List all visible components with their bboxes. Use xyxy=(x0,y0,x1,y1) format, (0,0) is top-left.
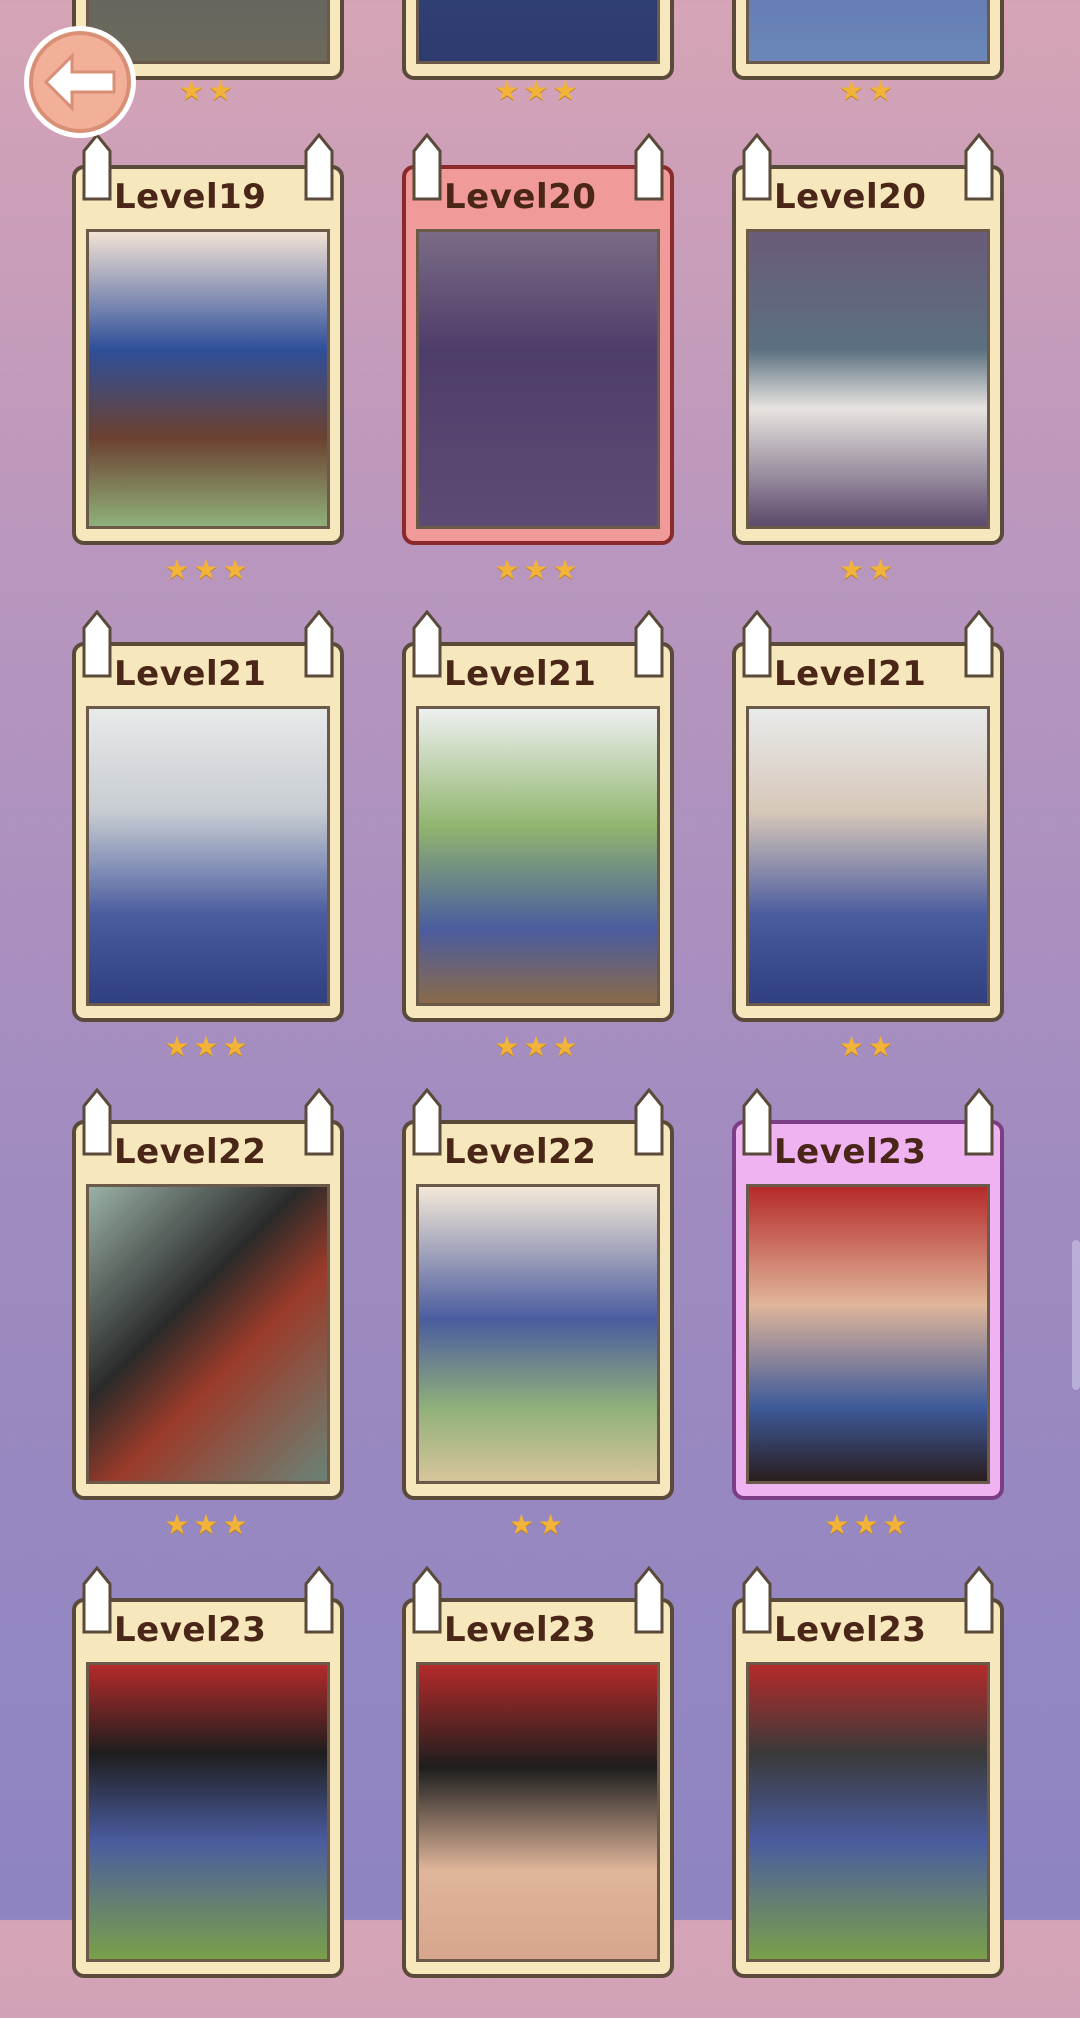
clip-icon xyxy=(412,1566,442,1634)
scrollbar[interactable] xyxy=(1072,1240,1080,1390)
level-card[interactable]: Level23 xyxy=(732,1566,1004,1978)
level-label: Level21 xyxy=(444,654,597,694)
star-rating: ★★★ xyxy=(494,74,582,107)
clip-icon xyxy=(412,133,442,201)
back-arrow-icon xyxy=(43,52,116,112)
level-card[interactable]: Level21 xyxy=(402,610,674,1022)
level-thumbnail xyxy=(746,706,990,1006)
star-rating: ★★★ xyxy=(164,553,252,586)
level-thumbnail xyxy=(746,1662,990,1962)
star-rating: ★★★ xyxy=(494,553,582,586)
level-thumbnail xyxy=(86,229,330,529)
clip-icon xyxy=(412,610,442,678)
back-button[interactable] xyxy=(24,26,136,138)
level-card[interactable]: Level22 xyxy=(72,1088,344,1500)
clip-icon xyxy=(634,610,664,678)
level-card[interactable]: Level23 xyxy=(732,1088,1004,1500)
star-rating: ★★★ xyxy=(824,1508,912,1541)
star-rating: ★★ xyxy=(838,74,898,107)
level-thumbnail xyxy=(746,229,990,529)
level-card[interactable]: Level22 xyxy=(402,1088,674,1500)
level-thumbnail xyxy=(86,1184,330,1484)
star-rating: ★★★ xyxy=(164,1508,252,1541)
clip-icon xyxy=(412,1088,442,1156)
level-card[interactable]: Level20 xyxy=(732,133,1004,545)
clip-icon xyxy=(82,1088,112,1156)
clip-icon xyxy=(634,1566,664,1634)
clip-icon xyxy=(304,133,334,201)
level-label: Level20 xyxy=(774,177,927,217)
clip-icon xyxy=(742,610,772,678)
level-thumbnail xyxy=(416,229,660,529)
level-card-partial[interactable] xyxy=(732,0,1004,80)
clip-icon xyxy=(742,133,772,201)
level-label: Level21 xyxy=(774,654,927,694)
level-label: Level22 xyxy=(444,1132,597,1172)
clip-icon xyxy=(964,133,994,201)
level-label: Level20 xyxy=(444,177,597,217)
level-label: Level23 xyxy=(444,1610,597,1650)
star-rating: ★★ xyxy=(838,1030,898,1063)
level-thumbnail xyxy=(86,706,330,1006)
star-rating xyxy=(402,1988,674,2018)
level-label: Level21 xyxy=(114,654,267,694)
clip-icon xyxy=(634,133,664,201)
level-card[interactable]: Level23 xyxy=(402,1566,674,1978)
star-rating: ★★ xyxy=(838,553,898,586)
level-label: Level23 xyxy=(774,1132,927,1172)
level-thumbnail xyxy=(86,1662,330,1962)
level-card-partial[interactable] xyxy=(402,0,674,80)
level-thumbnail xyxy=(416,1184,660,1484)
level-card[interactable]: Level23 xyxy=(72,1566,344,1978)
clip-icon xyxy=(964,610,994,678)
clip-icon xyxy=(304,1088,334,1156)
clip-icon xyxy=(82,610,112,678)
star-rating xyxy=(732,1988,1004,2018)
clip-icon xyxy=(964,1088,994,1156)
level-label: Level23 xyxy=(114,1610,267,1650)
level-thumbnail xyxy=(416,706,660,1006)
clip-icon xyxy=(634,1088,664,1156)
clip-icon xyxy=(82,133,112,201)
clip-icon xyxy=(964,1566,994,1634)
star-rating xyxy=(72,1988,344,2018)
star-rating: ★★★ xyxy=(494,1030,582,1063)
clip-icon xyxy=(304,1566,334,1634)
clip-icon xyxy=(82,1566,112,1634)
level-label: Level22 xyxy=(114,1132,267,1172)
level-card[interactable]: Level20 xyxy=(402,133,674,545)
clip-icon xyxy=(742,1088,772,1156)
level-thumbnail xyxy=(746,1184,990,1484)
level-label: Level19 xyxy=(114,177,267,217)
clip-icon xyxy=(742,1566,772,1634)
level-card[interactable]: Level21 xyxy=(732,610,1004,1022)
star-rating: ★★★ xyxy=(164,1030,252,1063)
star-rating: ★★ xyxy=(508,1508,568,1541)
level-card[interactable]: Level19 xyxy=(72,133,344,545)
level-card[interactable]: Level21 xyxy=(72,610,344,1022)
level-thumbnail xyxy=(416,1662,660,1962)
clip-icon xyxy=(304,610,334,678)
level-label: Level23 xyxy=(774,1610,927,1650)
